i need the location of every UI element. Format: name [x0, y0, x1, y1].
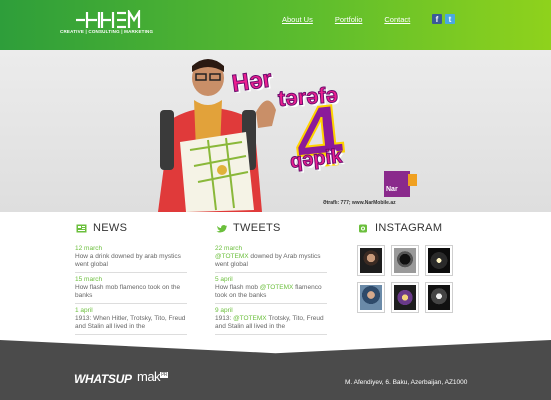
instagram-header: INSTAGRAM	[358, 222, 442, 234]
instagram-icon	[359, 224, 367, 232]
news-item[interactable]: 15 march How flash mob flamenco took on …	[75, 273, 187, 304]
news-item[interactable]: 12 march How a drink downed by arab myst…	[75, 242, 187, 273]
twitter-icon[interactable]: t	[445, 14, 455, 24]
nav-contact[interactable]: Contact	[384, 15, 410, 24]
news-icon	[76, 224, 87, 232]
news-date: 1 april	[75, 307, 93, 314]
site-header: CREATIVE | CONSULTING | MARKETING About …	[0, 0, 551, 50]
instagram-thumbnail[interactable]	[391, 245, 419, 276]
tweet-handle[interactable]: @TOTEMX	[260, 284, 294, 291]
instagram-thumbnail[interactable]	[357, 245, 385, 276]
hero-banner[interactable]: Hər tərəfə 4 qəpik Nar Ətraflı: 777; www…	[0, 50, 551, 212]
news-text: 1913: When Hitler, Trotsky, Tito, Freud …	[75, 315, 186, 330]
nav-portfolio[interactable]: Portfolio	[335, 15, 363, 24]
banner-headline: Hər tərəfə 4 qəpik	[230, 54, 392, 188]
tweet-text: How flash mob @TOTEMX flamenco took on t…	[215, 284, 322, 299]
instagram-grid	[357, 245, 453, 313]
news-text: How a drink downed by arab mystics went …	[75, 253, 181, 268]
instagram-title: INSTAGRAM	[375, 222, 443, 234]
tweet-handle[interactable]: @TOTEMX	[233, 315, 267, 322]
tweet-item[interactable]: 9 april 1913: @TOTEMX Trotsky, Tito, Fre…	[215, 304, 327, 335]
headline-line-1: Hər	[230, 65, 274, 98]
news-item[interactable]: 1 april 1913: When Hitler, Trotsky, Tito…	[75, 304, 187, 335]
nav-about-us[interactable]: About Us	[282, 15, 313, 24]
social-links: f t	[432, 14, 455, 24]
tweet-date: 22 march	[215, 245, 243, 252]
mak-logo[interactable]: makPR	[137, 369, 169, 384]
tweet-item[interactable]: 5 april How flash mob @TOTEMX flamenco t…	[215, 273, 327, 304]
footer-address: M. Afendiyev, 6. Baku, Azerbaijan, AZ100…	[345, 379, 468, 386]
news-text: How flash mob flamenco took on the banks	[75, 284, 181, 299]
tweet-text: @TOTEMX downed by Arab mystics went glob…	[215, 253, 321, 268]
whatsup-logo[interactable]: WHATSUP	[74, 372, 132, 386]
tweets-list: 22 march @TOTEMX downed by Arab mystics …	[215, 242, 327, 335]
tagline: CREATIVE | CONSULTING | MARKETING	[60, 29, 154, 34]
tweets-title: TWEETS	[233, 222, 281, 234]
site-footer	[0, 340, 551, 400]
twitter-bird-icon	[216, 224, 227, 232]
tweet-text: 1913: @TOTEMX Trotsky, Tito, Freud and S…	[215, 315, 324, 330]
news-header: NEWS	[76, 222, 127, 234]
tweet-date: 9 april	[215, 307, 233, 314]
news-title: NEWS	[93, 222, 128, 234]
totem-logo[interactable]	[73, 10, 141, 40]
tweet-date: 5 april	[215, 276, 233, 283]
instagram-thumbnail[interactable]	[357, 282, 385, 313]
tweet-item[interactable]: 22 march @TOTEMX downed by Arab mystics …	[215, 242, 327, 273]
banner-footnote: Ətraflı: 777; www.NarMobile.az	[323, 200, 396, 206]
news-list: 12 march How a drink downed by arab myst…	[75, 242, 187, 335]
tweet-handle[interactable]: @TOTEMX	[215, 253, 249, 260]
nar-logo-text: Nar	[386, 186, 398, 193]
facebook-icon[interactable]: f	[432, 14, 442, 24]
instagram-thumbnail[interactable]	[391, 282, 419, 313]
instagram-thumbnail[interactable]	[425, 245, 453, 276]
main-nav: About Us Portfolio Contact	[282, 15, 410, 24]
news-date: 15 march	[75, 276, 103, 283]
instagram-thumbnail[interactable]	[425, 282, 453, 313]
tweets-header: TWEETS	[216, 222, 281, 234]
nar-logo: Nar	[384, 171, 417, 197]
news-date: 12 march	[75, 245, 103, 252]
